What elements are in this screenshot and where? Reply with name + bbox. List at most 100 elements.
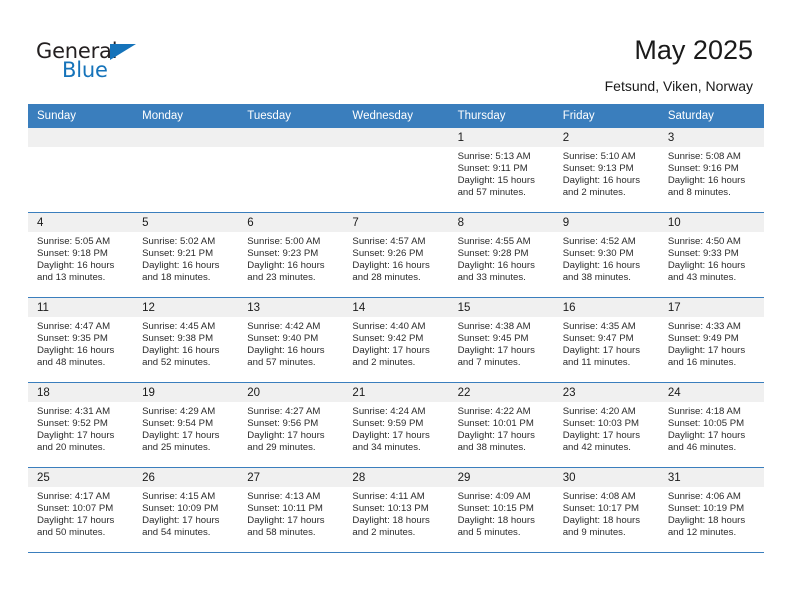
calendar-day-cell[interactable]: 12 Sunrise: 4:45 AM Sunset: 9:38 PM Dayligh… bbox=[133, 297, 239, 383]
calendar-day-cell[interactable]: 8 Sunrise: 4:55 AM Sunset: 9:28 PM Daylight… bbox=[448, 212, 554, 298]
sunrise-text: Sunrise: 5:05 AM bbox=[37, 236, 111, 247]
calendar-day-cell[interactable]: 2 Sunrise: 5:10 AM Sunset: 9:13 PM Daylight… bbox=[553, 128, 659, 213]
daylight-text: Daylight: 18 hours and 5 minutes. bbox=[457, 515, 535, 539]
calendar-day-cell[interactable]: 31 Sunrise: 4:06 AM Sunset: 10:19 PM Daylig… bbox=[658, 467, 764, 553]
calendar-day-cell[interactable]: 9 Sunrise: 4:52 AM Sunset: 9:30 PM Daylight… bbox=[553, 212, 659, 298]
calendar-cell-empty bbox=[28, 128, 134, 213]
general-blue-logo[interactable]: General Blue bbox=[36, 40, 156, 86]
sunrise-text: Sunrise: 4:38 AM bbox=[457, 321, 531, 332]
day-number: 23 bbox=[553, 383, 659, 402]
sunrise-text: Sunrise: 4:22 AM bbox=[457, 406, 531, 417]
day-details: Sunrise: 4:52 AM Sunset: 9:30 PM Daylight:… bbox=[554, 232, 659, 284]
calendar-day-cell[interactable]: 7 Sunrise: 4:57 AM Sunset: 9:26 PM Daylight… bbox=[343, 212, 449, 298]
sunrise-text: Sunrise: 5:13 AM bbox=[457, 151, 531, 162]
day-details: Sunrise: 4:31 AM Sunset: 9:52 PM Daylight:… bbox=[28, 402, 133, 454]
day-details: Sunrise: 4:15 AM Sunset: 10:09 PM Daylight… bbox=[133, 487, 238, 539]
sunrise-text: Sunrise: 4:55 AM bbox=[457, 236, 531, 247]
day-details: Sunrise: 5:00 AM Sunset: 9:23 PM Daylight:… bbox=[238, 232, 343, 284]
calendar-day-cell[interactable]: 26 Sunrise: 4:15 AM Sunset: 10:09 PM Daylig… bbox=[133, 467, 239, 553]
day-number bbox=[133, 128, 239, 147]
sunrise-text: Sunrise: 4:24 AM bbox=[352, 406, 426, 417]
sunset-text: Sunset: 9:21 PM bbox=[142, 248, 214, 260]
calendar-cell-inner: 10 Sunrise: 4:50 AM Sunset: 9:33 PM Dayligh… bbox=[658, 213, 764, 297]
calendar-day-cell[interactable]: 1 Sunrise: 5:13 AM Sunset: 9:11 PM Daylight… bbox=[448, 128, 554, 213]
calendar-cell-inner: 6 Sunrise: 5:00 AM Sunset: 9:23 PM Daylight… bbox=[238, 213, 344, 297]
page-title: May 2025 bbox=[634, 35, 753, 65]
day-number bbox=[238, 128, 344, 147]
calendar-day-cell[interactable]: 28 Sunrise: 4:11 AM Sunset: 10:13 PM Daylig… bbox=[343, 467, 449, 553]
daylight-text: Daylight: 16 hours and 33 minutes. bbox=[457, 260, 535, 284]
daylight-text: Daylight: 17 hours and 11 minutes. bbox=[562, 345, 641, 369]
sunset-text: Sunset: 9:38 PM bbox=[142, 333, 214, 345]
day-details: Sunrise: 5:02 AM Sunset: 9:21 PM Daylight:… bbox=[133, 232, 238, 284]
calendar-week-row: 1 Sunrise: 5:13 AM Sunset: 9:11 PM Daylight… bbox=[28, 128, 764, 213]
calendar-cell-empty bbox=[133, 128, 239, 213]
calendar-day-cell[interactable]: 16 Sunrise: 4:35 AM Sunset: 9:47 PM Dayligh… bbox=[553, 297, 659, 383]
weekday-header-thursday: Thursday bbox=[448, 104, 554, 128]
calendar-cell-inner: 7 Sunrise: 4:57 AM Sunset: 9:26 PM Daylight… bbox=[343, 213, 449, 297]
calendar-day-cell[interactable]: 29 Sunrise: 4:09 AM Sunset: 10:15 PM Daylig… bbox=[448, 467, 554, 553]
calendar-day-cell[interactable]: 3 Sunrise: 5:08 AM Sunset: 9:16 PM Daylight… bbox=[658, 128, 764, 213]
calendar-week-row: 11 Sunrise: 4:47 AM Sunset: 9:35 PM Dayligh… bbox=[28, 297, 764, 383]
day-number: 12 bbox=[133, 298, 239, 317]
sunrise-text: Sunrise: 5:00 AM bbox=[247, 236, 321, 247]
calendar-day-cell[interactable]: 25 Sunrise: 4:17 AM Sunset: 10:07 PM Daylig… bbox=[28, 467, 134, 553]
calendar-day-cell[interactable]: 10 Sunrise: 4:50 AM Sunset: 9:33 PM Dayligh… bbox=[658, 212, 764, 298]
calendar-day-cell[interactable]: 5 Sunrise: 5:02 AM Sunset: 9:21 PM Daylight… bbox=[133, 212, 239, 298]
daylight-text: Daylight: 16 hours and 57 minutes. bbox=[247, 345, 325, 369]
calendar-day-cell[interactable]: 22 Sunrise: 4:22 AM Sunset: 10:01 PM Daylig… bbox=[448, 382, 554, 468]
day-details: Sunrise: 5:13 AM Sunset: 9:11 PM Daylight:… bbox=[449, 147, 554, 199]
calendar-day-cell[interactable]: 4 Sunrise: 5:05 AM Sunset: 9:18 PM Daylight… bbox=[28, 212, 134, 298]
day-details: Sunrise: 4:13 AM Sunset: 10:11 PM Daylight… bbox=[238, 487, 343, 539]
calendar-cell-inner: 13 Sunrise: 4:42 AM Sunset: 9:40 PM Dayligh… bbox=[238, 298, 344, 382]
calendar-day-cell[interactable]: 19 Sunrise: 4:29 AM Sunset: 9:54 PM Dayligh… bbox=[133, 382, 239, 468]
calendar-day-cell[interactable]: 13 Sunrise: 4:42 AM Sunset: 9:40 PM Dayligh… bbox=[238, 297, 344, 383]
calendar-week-row: 4 Sunrise: 5:05 AM Sunset: 9:18 PM Daylight… bbox=[28, 212, 764, 298]
sunset-text: Sunset: 10:07 PM bbox=[37, 503, 114, 515]
sunrise-text: Sunrise: 4:57 AM bbox=[352, 236, 426, 247]
calendar-day-cell[interactable]: 27 Sunrise: 4:13 AM Sunset: 10:11 PM Daylig… bbox=[238, 467, 344, 553]
calendar-day-cell[interactable]: 21 Sunrise: 4:24 AM Sunset: 9:59 PM Dayligh… bbox=[343, 382, 449, 468]
sunset-text: Sunset: 9:40 PM bbox=[247, 333, 319, 345]
calendar-week-row: 18 Sunrise: 4:31 AM Sunset: 9:52 PM Dayligh… bbox=[28, 382, 764, 468]
calendar-day-cell[interactable]: 20 Sunrise: 4:27 AM Sunset: 9:56 PM Dayligh… bbox=[238, 382, 344, 468]
calendar-day-cell[interactable]: 23 Sunrise: 4:20 AM Sunset: 10:03 PM Daylig… bbox=[553, 382, 659, 468]
sunrise-text: Sunrise: 4:52 AM bbox=[562, 236, 636, 247]
sunset-text: Sunset: 9:28 PM bbox=[457, 248, 529, 260]
calendar-cell-inner: 9 Sunrise: 4:52 AM Sunset: 9:30 PM Daylight… bbox=[553, 213, 659, 297]
sunset-text: Sunset: 10:05 PM bbox=[667, 418, 745, 430]
calendar-cell-inner: 14 Sunrise: 4:40 AM Sunset: 9:42 PM Dayligh… bbox=[343, 298, 449, 382]
day-details: Sunrise: 4:09 AM Sunset: 10:15 PM Daylight… bbox=[449, 487, 554, 539]
daylight-text: Daylight: 17 hours and 38 minutes. bbox=[457, 430, 535, 454]
day-details: Sunrise: 4:42 AM Sunset: 9:40 PM Daylight:… bbox=[238, 317, 343, 369]
calendar-cell-inner: 31 Sunrise: 4:06 AM Sunset: 10:19 PM Daylig… bbox=[658, 468, 764, 552]
calendar-cell-inner bbox=[133, 128, 239, 212]
calendar-day-cell[interactable]: 24 Sunrise: 4:18 AM Sunset: 10:05 PM Daylig… bbox=[658, 382, 764, 468]
sunset-text: Sunset: 10:17 PM bbox=[562, 503, 639, 515]
calendar-day-cell[interactable]: 18 Sunrise: 4:31 AM Sunset: 9:52 PM Dayligh… bbox=[28, 382, 134, 468]
calendar-cell-inner: 20 Sunrise: 4:27 AM Sunset: 9:56 PM Dayligh… bbox=[238, 383, 344, 467]
daylight-text: Daylight: 17 hours and 2 minutes. bbox=[352, 345, 430, 369]
day-details: Sunrise: 4:45 AM Sunset: 9:38 PM Daylight:… bbox=[133, 317, 238, 369]
calendar-cell-inner: 17 Sunrise: 4:33 AM Sunset: 9:49 PM Dayligh… bbox=[658, 298, 764, 382]
calendar-day-cell[interactable]: 11 Sunrise: 4:47 AM Sunset: 9:35 PM Dayligh… bbox=[28, 297, 134, 383]
calendar-day-cell[interactable]: 17 Sunrise: 4:33 AM Sunset: 9:49 PM Dayligh… bbox=[658, 297, 764, 383]
sunrise-text: Sunrise: 5:08 AM bbox=[667, 151, 741, 162]
daylight-text: Daylight: 18 hours and 2 minutes. bbox=[352, 515, 430, 539]
sunset-text: Sunset: 9:45 PM bbox=[457, 333, 529, 345]
day-number: 1 bbox=[448, 128, 554, 147]
weekday-header-tuesday: Tuesday bbox=[238, 104, 344, 128]
sunset-text: Sunset: 9:59 PM bbox=[352, 418, 424, 430]
day-number bbox=[28, 128, 134, 147]
sunrise-text: Sunrise: 4:31 AM bbox=[37, 406, 111, 417]
weekday-header-wednesday: Wednesday bbox=[343, 104, 449, 128]
daylight-text: Daylight: 16 hours and 18 minutes. bbox=[142, 260, 220, 284]
daylight-text: Daylight: 16 hours and 8 minutes. bbox=[667, 175, 746, 199]
sunset-text: Sunset: 10:09 PM bbox=[142, 503, 219, 515]
calendar-day-cell[interactable]: 14 Sunrise: 4:40 AM Sunset: 9:42 PM Dayligh… bbox=[343, 297, 449, 383]
calendar-day-cell[interactable]: 15 Sunrise: 4:38 AM Sunset: 9:45 PM Dayligh… bbox=[448, 297, 554, 383]
calendar-day-cell[interactable]: 6 Sunrise: 5:00 AM Sunset: 9:23 PM Daylight… bbox=[238, 212, 344, 298]
calendar-day-cell[interactable]: 30 Sunrise: 4:08 AM Sunset: 10:17 PM Daylig… bbox=[553, 467, 659, 553]
day-number: 8 bbox=[448, 213, 554, 232]
weekday-header-monday: Monday bbox=[133, 104, 239, 128]
